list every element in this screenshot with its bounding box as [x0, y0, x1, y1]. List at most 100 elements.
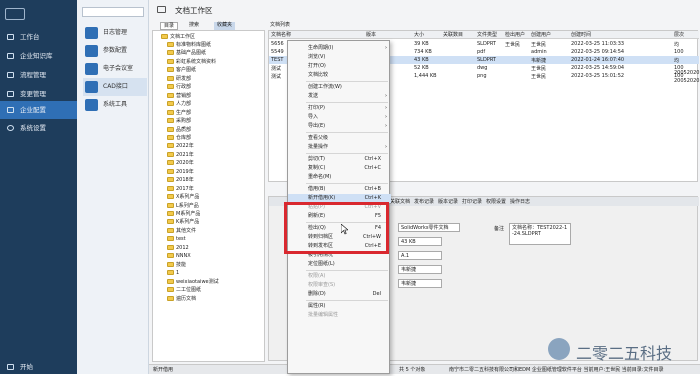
menu-item[interactable]: 发送 ›: [288, 92, 391, 101]
col-version[interactable]: 版本: [366, 31, 376, 38]
version-field[interactable]: A.1: [398, 251, 442, 260]
table-cell: 测试: [271, 74, 282, 80]
col-created[interactable]: 创建时间: [571, 31, 591, 38]
tab-permission[interactable]: 权限设置: [486, 198, 508, 205]
tree-item[interactable]: K系列产品: [167, 218, 199, 226]
menu-item[interactable]: 生命周期(I) ›: [288, 44, 391, 53]
sidebar-item-settings[interactable]: 系统设置: [0, 119, 77, 137]
table-cell: 2022-01-24 16:07:40: [571, 57, 625, 63]
tab-search[interactable]: 搜索: [186, 22, 202, 30]
module-log[interactable]: 日志管理: [83, 24, 147, 42]
tree-root[interactable]: 文档工作区: [161, 33, 195, 41]
tools-icon: [85, 99, 98, 111]
menu-item[interactable]: 浏览(V): [288, 53, 391, 62]
tree-item[interactable]: 标准物料库图纸: [167, 41, 211, 49]
module-meeting[interactable]: 电子会议室: [83, 60, 147, 78]
menu-item[interactable]: 权限审查(S): [288, 281, 391, 290]
module-tools[interactable]: 系统工具: [83, 96, 147, 114]
tab-favorites[interactable]: 收藏夹: [214, 22, 236, 30]
remark-field[interactable]: 文档名称：TEST2022-1-24.SLDPRT: [509, 223, 571, 245]
menu-item[interactable]: 导入 ›: [288, 113, 391, 122]
menu-item[interactable]: 剪切(T) Ctrl+X: [288, 155, 391, 164]
tab-version[interactable]: 版本记录: [438, 198, 460, 205]
menu-item[interactable]: 打开(O): [288, 62, 391, 71]
tree-item[interactable]: test: [167, 235, 186, 243]
menu-item[interactable]: 借用(B) Ctrl+B: [288, 185, 391, 194]
menu-item[interactable]: 复制(C) Ctrl+C: [288, 164, 391, 173]
menu-item[interactable]: 重命名(M): [288, 173, 391, 182]
menu-item[interactable]: 打印(P) ›: [288, 104, 391, 113]
menu-item[interactable]: 创建工作流(W): [288, 83, 391, 92]
menu-item[interactable]: 批量操作 ›: [288, 143, 391, 152]
module-params[interactable]: 参数配置: [83, 42, 147, 60]
menu-item[interactable]: 导出(E) ›: [288, 122, 391, 131]
creator-field[interactable]: 韦新捷: [398, 265, 442, 274]
col-type[interactable]: 文件类型: [477, 31, 497, 38]
tree-item[interactable]: 基础产品图纸: [167, 49, 206, 57]
tree-item[interactable]: 2021年: [167, 151, 194, 159]
col-name[interactable]: 文档名称: [271, 31, 291, 38]
tree-item[interactable]: M系列产品: [167, 210, 200, 218]
tree-item[interactable]: X系列产品: [167, 193, 199, 201]
col-links[interactable]: 关联数目: [443, 31, 463, 38]
tree-item[interactable]: 2020年: [167, 159, 194, 167]
tab-publish[interactable]: 发布记录: [414, 198, 436, 205]
tree-item[interactable]: 人力部: [167, 100, 191, 108]
sidebar-item-enterprise-config[interactable]: 企业配置: [0, 101, 77, 119]
menu-item[interactable]: 批量编辑属性: [288, 311, 391, 320]
menu-item[interactable]: 权限(A): [288, 272, 391, 281]
tab-related[interactable]: 关联文档: [390, 198, 412, 205]
menu-item[interactable]: 删除(D) Del: [288, 290, 391, 299]
tree-item[interactable]: 2017年: [167, 185, 194, 193]
tree-item[interactable]: 生产部: [167, 109, 191, 117]
tree-item[interactable]: 行政部: [167, 83, 191, 91]
col-size[interactable]: 大小: [414, 31, 424, 38]
tree-item[interactable]: NNNX: [167, 252, 191, 260]
tree-item[interactable]: 品质部: [167, 126, 191, 134]
tree-item[interactable]: weixiaotaiwe测试: [167, 278, 219, 286]
tab-print[interactable]: 打印记录: [462, 198, 484, 205]
tree-item[interactable]: 2012: [167, 244, 189, 252]
sidebar-item-flow[interactable]: 流程管理: [0, 66, 77, 84]
tree-item[interactable]: 研发部: [167, 75, 191, 83]
col-checkout[interactable]: 检出用户: [505, 31, 525, 38]
file-type-field[interactable]: SolidWorks零件文档: [398, 223, 460, 232]
change-icon: [7, 91, 14, 97]
menu-item[interactable]: 文档比较: [288, 71, 391, 80]
size-field[interactable]: 43 KB: [398, 237, 442, 246]
col-level[interactable]: 层次: [674, 31, 684, 38]
tree-item[interactable]: 技能: [167, 261, 186, 269]
menu-item[interactable]: 查看父级: [288, 134, 391, 143]
log-icon: [85, 27, 98, 39]
tree-item[interactable]: 2019年: [167, 168, 194, 176]
tree-item[interactable]: 采购部: [167, 117, 191, 125]
document-workspace-window: 文档工作区 目录 搜索 收藏夹 文档工作区 标准物料库图纸 基础产品图纸 彩虹系统文…: [149, 0, 700, 374]
tree-item[interactable]: 2022年: [167, 142, 194, 150]
sidebar-item-workbench[interactable]: 工作台: [0, 28, 77, 46]
editor-field[interactable]: 韦新捷: [398, 279, 442, 288]
tree-item[interactable]: 仓库部: [167, 134, 191, 142]
menu-item[interactable]: 属性(R): [288, 302, 391, 311]
tree-item[interactable]: 遍历文档: [167, 295, 196, 303]
folder-icon: [167, 42, 174, 47]
folder-icon: [167, 168, 174, 174]
folder-icon: [167, 270, 174, 276]
tree-item[interactable]: 二工位图纸: [167, 286, 201, 294]
module-cad[interactable]: CAD接口: [83, 78, 147, 96]
menu-item[interactable]: 定位图纸(L): [288, 260, 391, 269]
tree-item[interactable]: 1: [167, 269, 179, 277]
sidebar-item-knowledge[interactable]: 企业知识库: [0, 47, 77, 65]
tree-item[interactable]: 2018年: [167, 176, 194, 184]
col-creator[interactable]: 创建用户: [531, 31, 551, 38]
start-button[interactable]: 开始: [0, 358, 77, 376]
tree-item[interactable]: 客户图纸: [167, 66, 196, 74]
tree-item[interactable]: L系列产品: [167, 202, 199, 210]
folder-icon: [167, 287, 174, 293]
tree-item[interactable]: 营销部: [167, 92, 191, 100]
tab-directory[interactable]: 目录: [160, 22, 179, 30]
toolbar-icon[interactable]: [5, 8, 25, 20]
tree-item[interactable]: 其他文件: [167, 227, 196, 235]
tree-item[interactable]: 彩虹系统文档资料: [167, 58, 216, 66]
tab-oplog[interactable]: 操作日志: [510, 198, 532, 205]
module-search-input[interactable]: [82, 7, 144, 17]
